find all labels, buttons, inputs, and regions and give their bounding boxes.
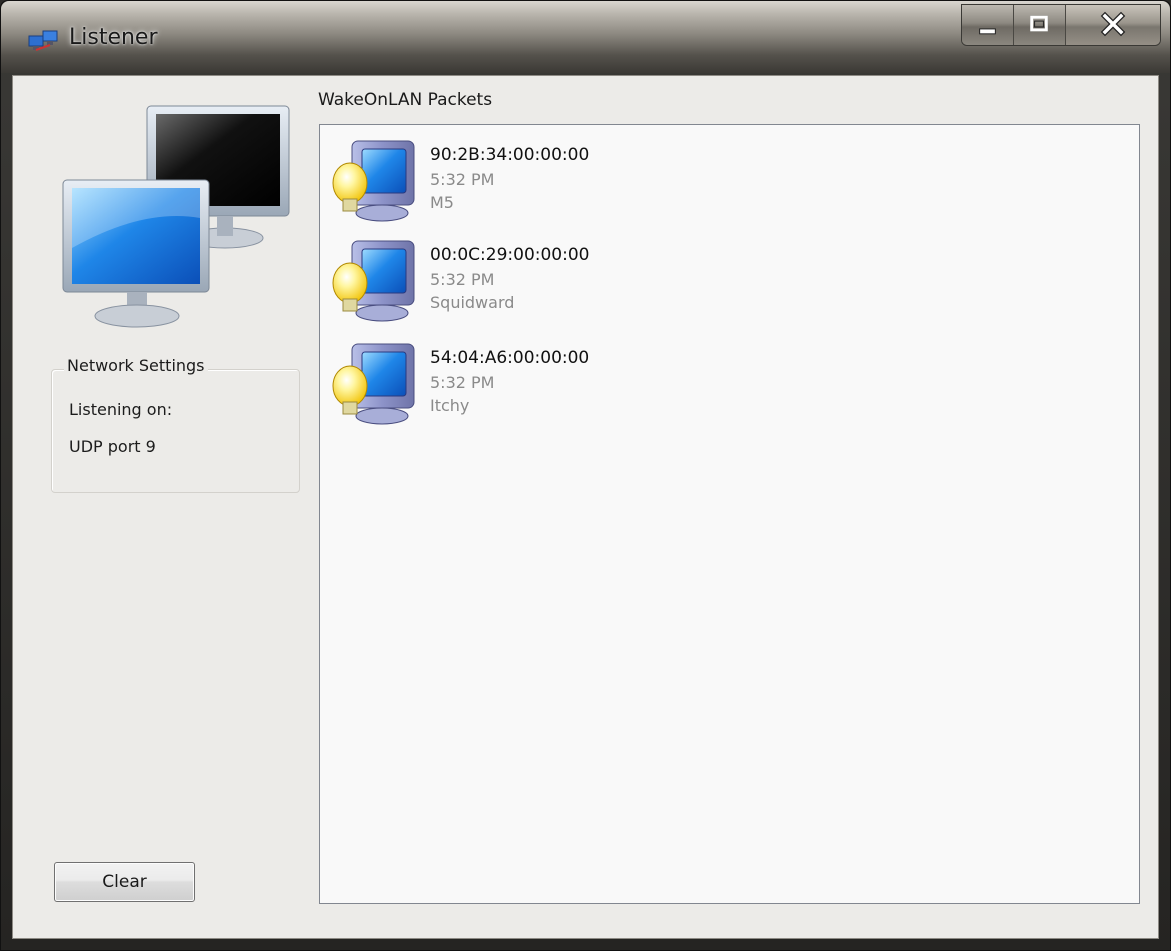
clear-button[interactable]: Clear bbox=[54, 862, 195, 902]
packets-list-label: WakeOnLAN Packets bbox=[318, 90, 493, 110]
networked-computers-image bbox=[62, 105, 290, 328]
packet-mac-address: 54:04:A6:00:00:00 bbox=[430, 348, 590, 368]
packet-time: 5:32 PM bbox=[430, 373, 495, 392]
app-network-icon bbox=[28, 30, 58, 51]
list-item[interactable]: 00:0C:29:00:00:00 5:32 PM Squidward bbox=[330, 229, 650, 325]
network-settings-title: Network Settings bbox=[64, 356, 208, 375]
network-settings-group: Network Settings Listening on: UDP port … bbox=[51, 356, 300, 493]
packet-mac-address: 90:2B:34:00:00:00 bbox=[430, 145, 590, 165]
computer-lightbulb-icon bbox=[332, 343, 415, 425]
window-title: Listener bbox=[69, 25, 158, 50]
caption-buttons bbox=[961, 4, 1161, 46]
maximize-icon bbox=[1030, 15, 1048, 32]
close-button[interactable] bbox=[1066, 5, 1160, 45]
minimize-icon bbox=[979, 28, 996, 35]
listener-window: Listener Network Settings Listening on: … bbox=[0, 0, 1171, 951]
packet-host-name: Itchy bbox=[430, 396, 470, 415]
minimize-button[interactable] bbox=[962, 5, 1014, 45]
list-item[interactable]: 90:2B:34:00:00:00 5:32 PM M5 bbox=[330, 129, 650, 225]
close-icon bbox=[1100, 11, 1126, 37]
packets-list[interactable]: 90:2B:34:00:00:00 5:32 PM M5 00:0C:29:00… bbox=[319, 124, 1140, 904]
packet-host-name: Squidward bbox=[430, 293, 515, 312]
title-bar[interactable]: Listener bbox=[1, 1, 1170, 73]
client-area: Network Settings Listening on: UDP port … bbox=[12, 75, 1159, 939]
packet-time: 5:32 PM bbox=[430, 270, 495, 289]
packet-mac-address: 00:0C:29:00:00:00 bbox=[430, 245, 590, 265]
computer-lightbulb-icon bbox=[332, 240, 415, 322]
computer-lightbulb-icon bbox=[332, 140, 415, 222]
packet-time: 5:32 PM bbox=[430, 170, 495, 189]
udp-port-value: UDP port 9 bbox=[69, 437, 156, 456]
list-item[interactable]: 54:04:A6:00:00:00 5:32 PM Itchy bbox=[330, 332, 650, 428]
listening-on-label: Listening on: bbox=[69, 400, 173, 419]
packet-host-name: M5 bbox=[430, 193, 454, 212]
maximize-button[interactable] bbox=[1014, 5, 1066, 45]
